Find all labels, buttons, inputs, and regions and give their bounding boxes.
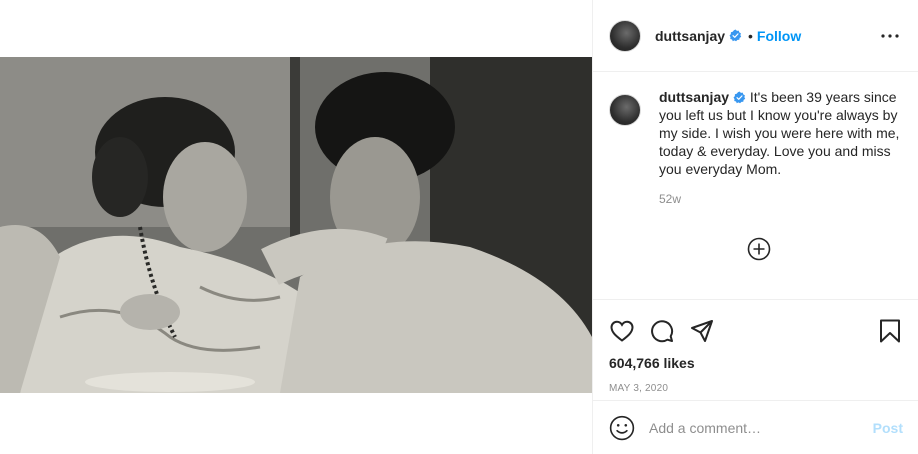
post-photo[interactable] <box>0 57 592 393</box>
post-age[interactable]: 52w <box>659 192 902 206</box>
smiley-icon[interactable] <box>609 415 635 441</box>
bookmark-icon[interactable] <box>877 318 903 344</box>
comment-bubble-icon[interactable] <box>649 318 675 344</box>
verified-badge-icon <box>733 91 746 104</box>
comment-input[interactable] <box>649 419 873 436</box>
post-header: duttsanjay • Follow <box>593 0 918 72</box>
heart-icon[interactable] <box>609 318 635 344</box>
paper-plane-icon[interactable] <box>689 318 715 344</box>
add-comment-bar: Post <box>593 400 918 454</box>
post-side-panel: duttsanjay • Follow duttsanjay It's been… <box>592 0 918 454</box>
post-comment-button[interactable]: Post <box>873 420 903 436</box>
caption-username[interactable]: duttsanjay <box>659 89 729 105</box>
verified-badge-icon <box>729 29 742 42</box>
more-options-icon[interactable] <box>878 24 902 48</box>
comments-list[interactable]: duttsanjay It's been 39 years since you … <box>593 72 918 300</box>
plus-circle-icon[interactable] <box>747 237 771 261</box>
author-username[interactable]: duttsanjay <box>655 28 725 44</box>
author-avatar[interactable] <box>609 19 641 52</box>
post-media-area <box>0 0 592 454</box>
follow-button[interactable]: Follow <box>757 28 801 44</box>
caption-avatar[interactable] <box>609 94 641 126</box>
separator-dot: • <box>748 27 753 44</box>
post-actions: 604,766 likes MAY 3, 2020 <box>593 300 918 400</box>
likes-count[interactable]: 604,766 likes <box>609 355 903 371</box>
caption-body: duttsanjay It's been 39 years since you … <box>659 88 902 178</box>
action-icons-row <box>609 300 903 352</box>
caption: duttsanjay It's been 39 years since you … <box>609 88 902 178</box>
post-date[interactable]: MAY 3, 2020 <box>609 383 903 394</box>
